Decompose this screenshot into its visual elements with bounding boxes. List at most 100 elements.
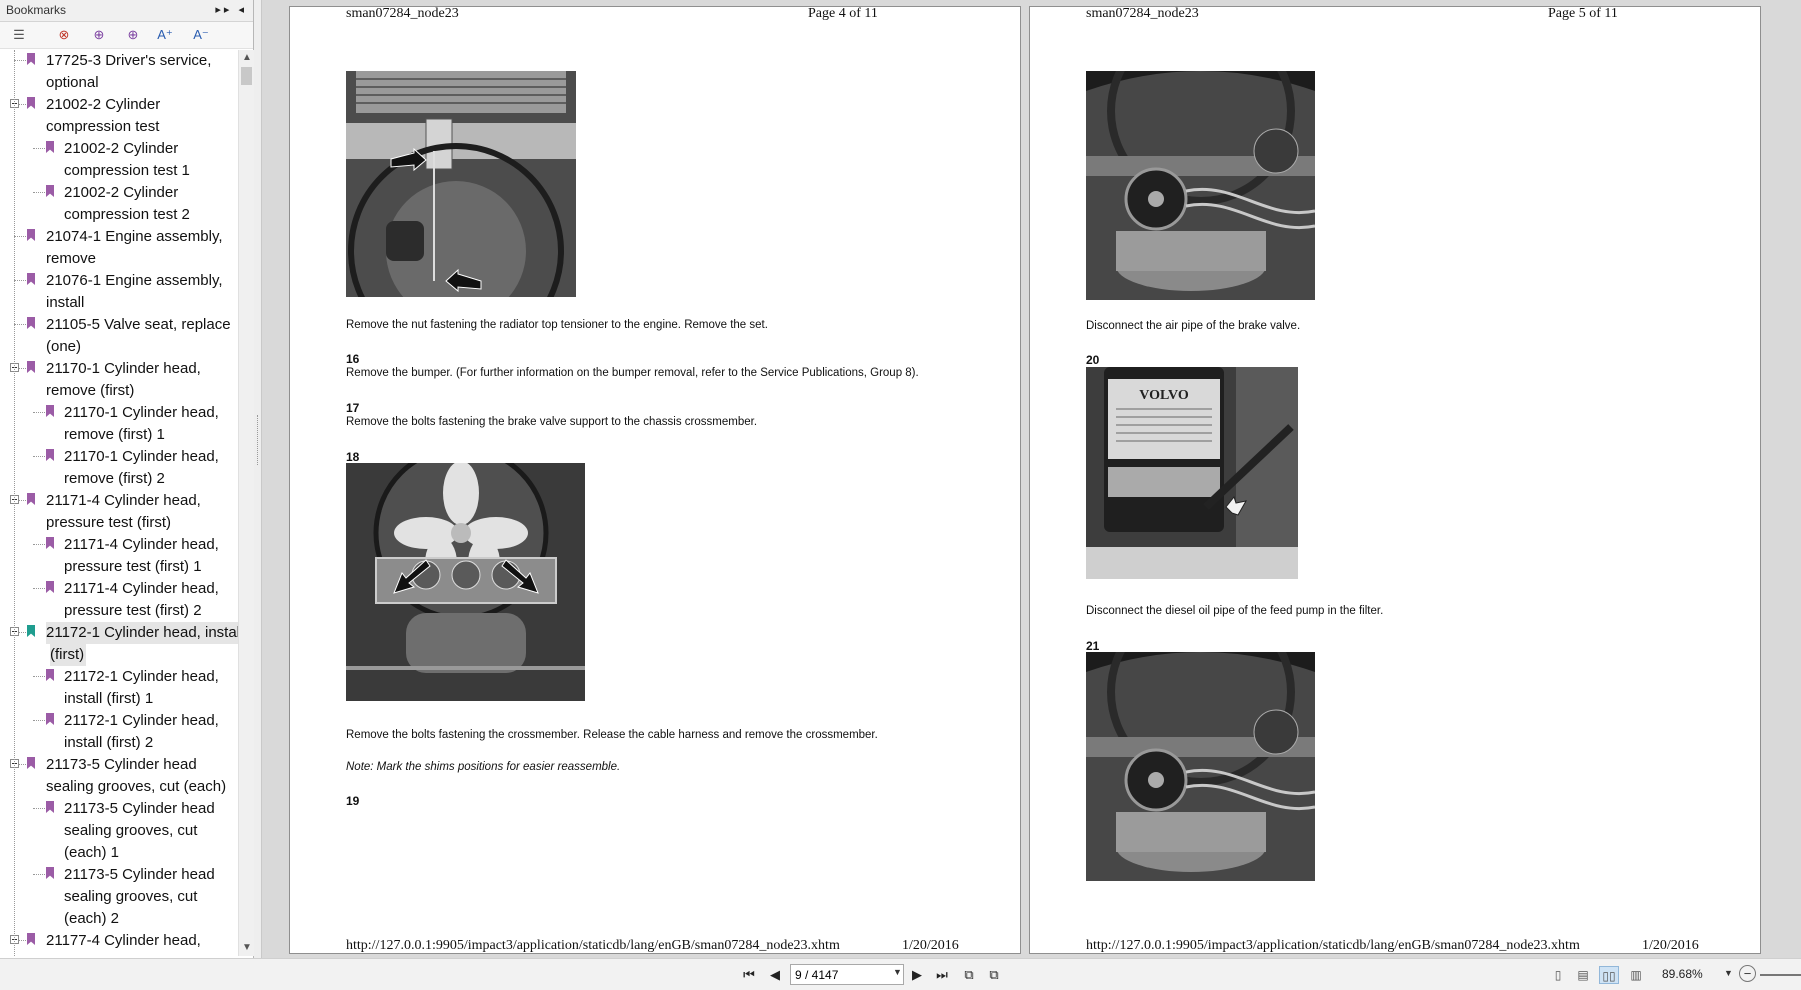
- bookmark-item[interactable]: 21173-5 Cylinder head sealing grooves, cu…: [0, 754, 238, 798]
- previous-page-icon[interactable]: ◀: [766, 966, 784, 984]
- instruction-text: Remove the bolts fastening the brake val…: [346, 416, 758, 428]
- feed-pump-photo: [1086, 652, 1315, 881]
- bookmark-icon: [46, 581, 54, 593]
- tree-connector: [33, 588, 45, 589]
- bookmark-child-item[interactable]: 21171-4 Cylinder head, pressure test (fir…: [0, 578, 238, 622]
- bookmark-item[interactable]: 21002-2 Cylinder compression test: [0, 94, 238, 138]
- bookmark-label: 21177-4 Cylinder head,: [46, 932, 201, 949]
- page-header-doc-id: sman07284_node23: [1086, 6, 1199, 21]
- filter-brand-label: VOLVO: [1139, 388, 1189, 403]
- bookmark-label: 21173-5 Cylinder head: [64, 866, 215, 883]
- tree-connector: [33, 456, 45, 457]
- bookmark-icon: [27, 493, 35, 505]
- page-footer-url: http://127.0.0.1:9905/impact3/applicatio…: [1086, 938, 1580, 953]
- bookmark-item[interactable]: 21172-1 Cylinder head, install (first): [0, 622, 238, 666]
- bookmark-label: (each) 2: [64, 910, 120, 927]
- continuous-facing-view-icon[interactable]: ▥: [1626, 966, 1646, 984]
- bookmark-icon: [46, 449, 54, 461]
- bookmark-label: 21172-1 Cylinder head,: [64, 712, 219, 729]
- brake-valve-photo: [1086, 71, 1315, 300]
- bookmark-icon: [46, 185, 54, 197]
- bookmark-child-item[interactable]: 21172-1 Cylinder head, install (first) 1: [0, 666, 238, 710]
- first-page-icon[interactable]: ⏮: [740, 966, 758, 984]
- bookmark-item[interactable]: 21074-1 Engine assembly, remove: [0, 226, 238, 270]
- panel-controls: ▸▸ ◂: [215, 3, 247, 16]
- bookmark-item[interactable]: 21105-5 Valve seat, replace (one): [0, 314, 238, 358]
- go-back-view-icon[interactable]: ⧉: [960, 966, 978, 984]
- bookmark-child-item[interactable]: 21173-5 Cylinder head sealing grooves, cu…: [0, 798, 238, 864]
- brake-valve-image: [1086, 71, 1315, 300]
- bookmarks-panel-header: Bookmarks ▸▸ ◂: [0, 0, 253, 22]
- bookmark-label: remove (first): [46, 382, 135, 399]
- expand-panel-icon[interactable]: ▸▸: [215, 4, 232, 16]
- bookmark-item[interactable]: 21177-4 Cylinder head,: [0, 930, 238, 956]
- bookmark-item[interactable]: 21076-1 Engine assembly, install: [0, 270, 238, 314]
- bookmark-icon: [27, 229, 35, 241]
- bookmark-item[interactable]: 17725-3 Driver's service, optional: [0, 50, 238, 94]
- delete-bookmark-icon[interactable]: ⊗: [55, 27, 73, 43]
- collapse-panel-icon[interactable]: ◂: [238, 4, 247, 16]
- bookmarks-panel-title: Bookmarks: [6, 3, 67, 17]
- next-page-icon[interactable]: ▶: [908, 966, 926, 984]
- document-page-5: sman07284_node23 Page 5 of 11 Disconnect…: [1029, 6, 1761, 954]
- bookmark-icon: [46, 537, 54, 549]
- bookmark-child-item[interactable]: 21172-1 Cylinder head, install (first) 2: [0, 710, 238, 754]
- bookmark-label: (one): [46, 338, 82, 355]
- add-bookmark-icon[interactable]: ⊕: [90, 27, 108, 43]
- page-dropdown-icon[interactable]: ▼: [893, 967, 902, 977]
- scroll-down-icon[interactable]: ▼: [239, 940, 255, 956]
- bookmark-label: 21002-2 Cylinder: [64, 184, 179, 201]
- bookmark-label: 21074-1 Engine assembly,: [46, 228, 223, 245]
- scroll-up-icon[interactable]: ▲: [239, 50, 255, 66]
- bookmark-icon: [27, 757, 35, 769]
- fuel-filter-photo: VOLVO: [1086, 367, 1298, 579]
- instruction-text: Remove the bumper. (For further informat…: [346, 367, 919, 379]
- bookmark-label: install: [46, 294, 85, 311]
- splitter-grip[interactable]: [257, 415, 259, 465]
- instruction-text: Disconnect the diesel oil pipe of the fe…: [1086, 605, 1384, 617]
- bookmark-child-item[interactable]: 21170-1 Cylinder head, remove (first) 1: [0, 402, 238, 446]
- facing-pages-view-icon[interactable]: ▯▯: [1599, 966, 1619, 984]
- continuous-view-icon[interactable]: ▤: [1573, 966, 1593, 984]
- bookmark-child-item[interactable]: 21173-5 Cylinder head sealing grooves, cu…: [0, 864, 238, 930]
- bookmark-label: remove: [46, 250, 97, 267]
- scroll-thumb[interactable]: [241, 67, 252, 85]
- tree-connector: [33, 874, 45, 875]
- bookmark-child-item[interactable]: 21171-4 Cylinder head, pressure test (fir…: [0, 534, 238, 578]
- bookmarks-scrollbar[interactable]: ▲ ▼: [238, 50, 254, 956]
- increase-font-icon[interactable]: A⁺: [156, 27, 174, 43]
- bookmark-tree: 17725-3 Driver's service, optional 21002-2…: [0, 50, 238, 956]
- tree-connector: [14, 60, 26, 61]
- bookmark-child-item[interactable]: 21002-2 Cylinder compression test 2: [0, 182, 238, 226]
- zoom-dropdown-icon[interactable]: ▼: [1724, 968, 1733, 978]
- zoom-level[interactable]: 89.68%: [1662, 967, 1703, 981]
- page-number-input[interactable]: [790, 964, 904, 985]
- page-header-page-number: Page 5 of 11: [1548, 6, 1618, 21]
- options-icon[interactable]: ☰: [10, 27, 28, 43]
- bookmark-label: (first): [50, 644, 87, 666]
- bookmark-label: 21171-4 Cylinder head,: [46, 492, 201, 509]
- bookmark-label: (each) 1: [64, 844, 120, 861]
- bookmark-icon: [27, 273, 35, 285]
- fuel-filter-image: VOLVO: [1086, 367, 1298, 579]
- tree-trunk: [14, 50, 15, 956]
- panel-splitter[interactable]: [254, 0, 262, 958]
- page-footer-url: http://127.0.0.1:9905/impact3/applicatio…: [346, 938, 840, 953]
- bookmark-label: 21172-1 Cylinder head,: [64, 668, 219, 685]
- bookmark-item[interactable]: 21171-4 Cylinder head, pressure test (fir…: [0, 490, 238, 534]
- go-forward-view-icon[interactable]: ⧉: [985, 966, 1003, 984]
- bookmark-label: 21172-1 Cylinder head, install: [46, 622, 238, 644]
- zoom-out-icon[interactable]: −: [1739, 965, 1756, 982]
- decrease-font-icon[interactable]: A⁻: [192, 27, 210, 43]
- add-child-bookmark-icon[interactable]: ⊕: [124, 27, 142, 43]
- zoom-slider[interactable]: [1760, 974, 1801, 976]
- bookmark-label: 21171-4 Cylinder head,: [64, 536, 219, 553]
- document-view[interactable]: sman07284_node23 Page 4 of 11 Remove the…: [263, 0, 1801, 958]
- single-page-view-icon[interactable]: ▯: [1548, 966, 1568, 984]
- bookmark-icon: [27, 933, 35, 945]
- page-footer-date: 1/20/2016: [902, 938, 959, 953]
- bookmark-child-item[interactable]: 21002-2 Cylinder compression test 1: [0, 138, 238, 182]
- last-page-icon[interactable]: ⏭: [933, 966, 951, 984]
- bookmark-item[interactable]: 21170-1 Cylinder head, remove (first): [0, 358, 238, 402]
- bookmark-child-item[interactable]: 21170-1 Cylinder head, remove (first) 2: [0, 446, 238, 490]
